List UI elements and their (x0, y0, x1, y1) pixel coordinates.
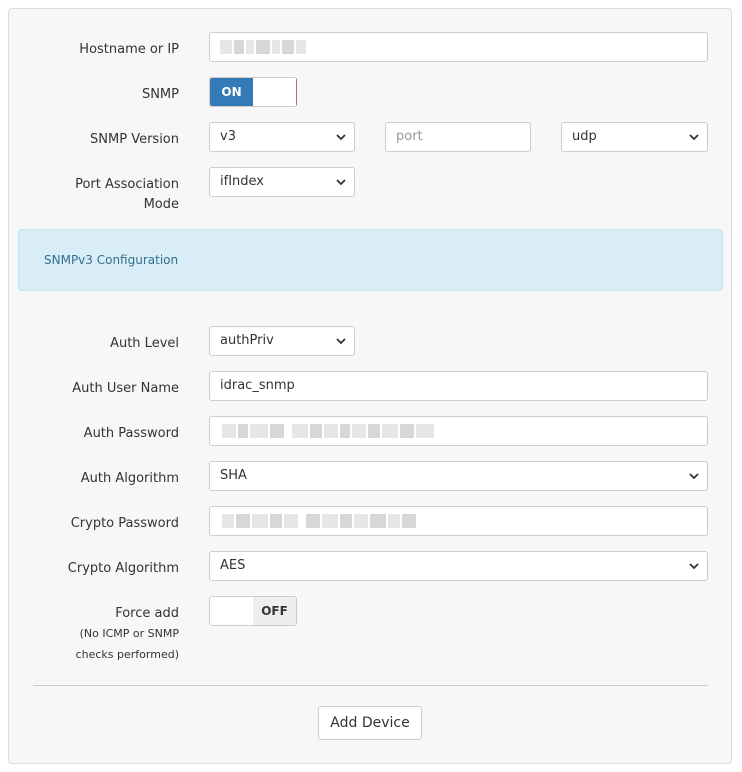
crypto-algorithm-select[interactable]: AES (209, 551, 708, 581)
snmp-version-value: v3 (220, 129, 236, 144)
chevron-down-icon (689, 563, 699, 570)
auth-password-input[interactable] (209, 416, 708, 446)
auth-password-label: Auth Password (83, 426, 179, 441)
port-assoc-select[interactable]: ifIndex (209, 167, 355, 197)
crypto-password-label: Crypto Password (70, 516, 179, 531)
transport-select[interactable]: udp (561, 122, 708, 152)
hostname-input[interactable] (209, 32, 708, 62)
port-assoc-label-2: Mode (143, 197, 179, 212)
port-input[interactable]: port (385, 122, 531, 152)
snmpv3-config-alert: SNMPv3 Configuration (18, 229, 723, 291)
force-add-toggle-off: OFF (253, 597, 296, 625)
chevron-down-icon (336, 338, 346, 345)
add-device-button[interactable]: Add Device (318, 706, 422, 740)
auth-algorithm-select[interactable]: SHA (209, 461, 708, 491)
auth-algorithm-value: SHA (220, 468, 247, 483)
snmp-version-label: SNMP Version (90, 132, 179, 147)
chevron-down-icon (689, 134, 699, 141)
transport-value: udp (572, 129, 597, 144)
redacted-crypto-password (222, 514, 416, 528)
port-placeholder: port (396, 129, 423, 144)
auth-user-label: Auth User Name (72, 381, 179, 396)
auth-level-select[interactable]: authPriv (209, 326, 355, 356)
hostname-label: Hostname or IP (79, 42, 179, 57)
form-divider (33, 685, 708, 686)
crypto-password-input[interactable] (209, 506, 708, 536)
snmp-toggle-on: ON (210, 78, 253, 106)
auth-level-label: Auth Level (110, 336, 179, 351)
chevron-down-icon (336, 179, 346, 186)
snmpv3-config-title: SNMPv3 Configuration (44, 253, 179, 267)
crypto-algorithm-label: Crypto Algorithm (67, 561, 179, 576)
auth-user-value: idrac_snmp (220, 378, 295, 393)
port-assoc-value: ifIndex (220, 174, 264, 189)
snmp-label: SNMP (141, 87, 179, 102)
crypto-algorithm-value: AES (220, 558, 246, 573)
force-add-note-2: checks performed) (75, 648, 179, 661)
force-add-label: Force add (115, 606, 179, 621)
force-add-note-1: (No ICMP or SNMP (79, 627, 179, 640)
port-assoc-label-1: Port Association (75, 177, 179, 192)
redacted-hostname (220, 40, 306, 54)
auth-level-value: authPriv (220, 333, 274, 348)
auth-algorithm-label: Auth Algorithm (80, 471, 179, 486)
snmp-version-select[interactable]: v3 (209, 122, 355, 152)
snmp-toggle[interactable]: ON (209, 77, 297, 107)
redacted-auth-password (222, 424, 434, 438)
chevron-down-icon (336, 134, 346, 141)
chevron-down-icon (689, 473, 699, 480)
force-add-toggle[interactable]: OFF (209, 596, 297, 626)
auth-user-input[interactable]: idrac_snmp (209, 371, 708, 401)
